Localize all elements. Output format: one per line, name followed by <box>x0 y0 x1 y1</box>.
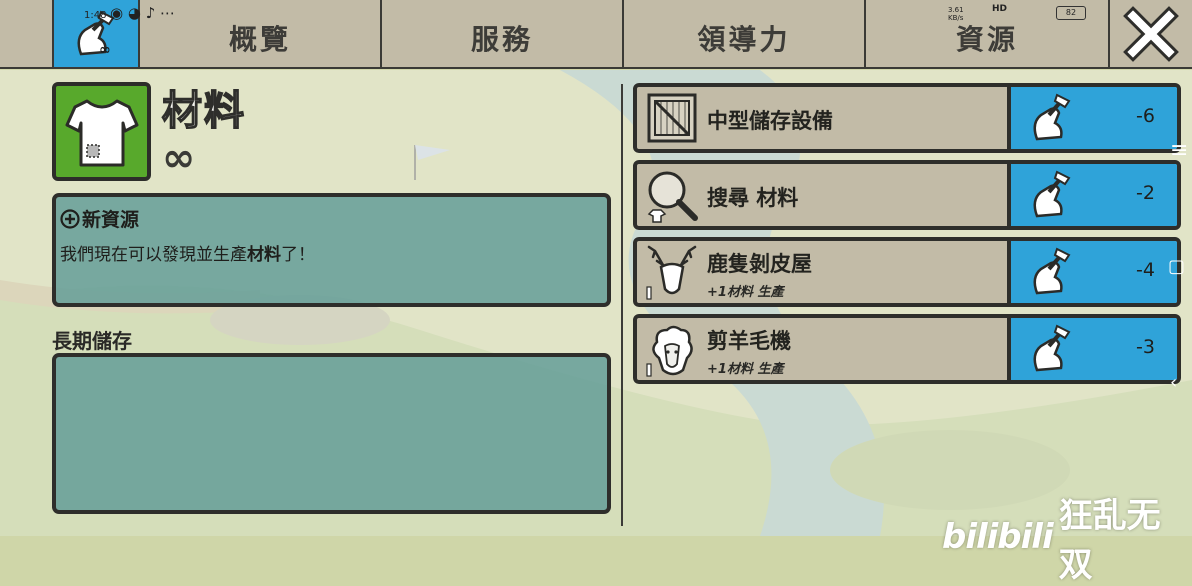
worker-hammer-icon <box>1033 324 1071 372</box>
status-notification-icons: ◉ ◕ ♪ ⋯ <box>110 4 176 22</box>
storage-heading: 長期儲存 <box>52 329 132 353</box>
shirt-icon <box>65 99 138 166</box>
square-icon[interactable]: ▢ <box>1168 256 1185 277</box>
tab-leadership[interactable]: 領導力 <box>624 0 866 67</box>
status-battery: 82 <box>1056 6 1086 20</box>
deer-head-icon <box>646 245 697 300</box>
producer-workers-button[interactable]: -3 <box>1007 318 1177 380</box>
producer-workers-value: -2 <box>1136 182 1155 204</box>
crate-icon <box>647 93 697 143</box>
status-time: 1:48 <box>84 10 107 21</box>
tab-leadership-label: 領導力 <box>697 22 791 56</box>
producer-workers-value: -3 <box>1136 336 1155 358</box>
close-icon <box>1123 5 1179 62</box>
worker-hammer-icon <box>1033 170 1071 218</box>
producer-name: 搜尋 材料 <box>707 186 799 210</box>
back-chevron-icon[interactable]: ‹ <box>1170 372 1177 393</box>
producer-workers-value: -6 <box>1136 105 1155 127</box>
producer-output: +1材料 生產 <box>707 362 784 377</box>
tab-services[interactable]: 服務 <box>382 0 624 67</box>
producer-name: 中型儲存設備 <box>707 109 833 133</box>
producer-workers-button[interactable]: -6 <box>1007 87 1177 149</box>
material-icon-box <box>52 82 151 181</box>
producer-row-search[interactable]: 搜尋 材料 -2 <box>633 160 1181 230</box>
watermark: bilibili 狂乱无双 <box>942 488 1192 586</box>
svg-text:∞: ∞ <box>99 42 114 58</box>
resource-title: 材料 <box>161 87 246 135</box>
producer-workers-button[interactable]: -4 <box>1007 241 1177 303</box>
new-resource-text-bold: 材料 <box>247 245 281 265</box>
bilibili-logo: bilibili <box>942 517 1054 557</box>
producer-output: +1材料 生產 <box>707 285 784 300</box>
new-resource-text-before: 我們現在可以發現並生產 <box>60 245 247 265</box>
producer-row-sheep[interactable]: 剪羊毛機 +1材料 生產 -3 <box>633 314 1181 384</box>
plus-circle-icon <box>60 208 80 229</box>
menu-lines-icon[interactable]: ≡ <box>1170 138 1188 163</box>
producer-workers-value: -4 <box>1136 259 1155 281</box>
new-resource-description: 我們現在可以發現並生產材料了！ <box>60 240 315 265</box>
new-resource-text-after: 了！ <box>281 245 315 265</box>
tab-overview[interactable]: 概覽 <box>140 0 382 67</box>
watermark-author: 狂乱无双 <box>1058 496 1161 585</box>
new-resource-title: 新資源 <box>82 209 140 231</box>
tab-left-edge <box>0 0 54 67</box>
producer-name: 鹿隻剝皮屋 <box>707 252 812 276</box>
new-resource-heading: 新資源 <box>60 205 139 232</box>
producer-name: 剪羊毛機 <box>707 329 791 353</box>
producer-row-storage[interactable]: 中型儲存設備 -6 <box>633 83 1181 153</box>
storage-panel <box>52 353 611 514</box>
worker-hammer-icon <box>1033 247 1071 295</box>
tab-services-label: 服務 <box>470 22 533 56</box>
close-button[interactable] <box>1110 0 1192 67</box>
status-network: HD <box>992 4 1008 14</box>
resource-amount: ∞ <box>162 135 196 181</box>
status-speed: 3.61 KB/s <box>948 6 964 22</box>
producer-row-deer[interactable]: 鹿隻剝皮屋 +1材料 生產 -4 <box>633 237 1181 307</box>
producer-workers-button[interactable]: -2 <box>1007 164 1177 226</box>
worker-hammer-icon <box>1033 93 1071 141</box>
tab-overview-label: 概覽 <box>228 22 291 56</box>
sheep-head-icon <box>646 325 693 377</box>
tab-resources-label: 資源 <box>955 22 1018 56</box>
tab-bar: ∞ 概覽 服務 領導力 資源 <box>0 0 1192 69</box>
magnifier-shirt-icon <box>647 171 698 223</box>
column-divider <box>621 84 623 526</box>
